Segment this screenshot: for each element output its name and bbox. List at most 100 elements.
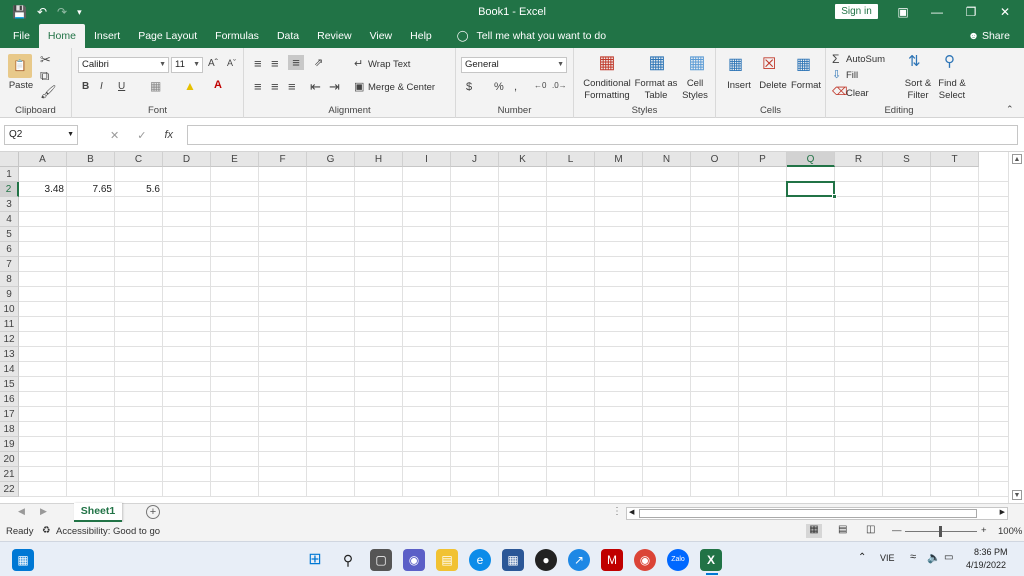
row-header-19[interactable]: 19 (0, 437, 19, 452)
collapse-ribbon-icon[interactable]: ⌃ (1006, 104, 1014, 115)
fill-button[interactable]: Fill (846, 70, 858, 82)
align-right-icon[interactable]: ≡ (288, 79, 296, 94)
fill-color-icon[interactable]: ▲ (184, 79, 196, 93)
row-header-4[interactable]: 4 (0, 212, 19, 227)
cell-a2[interactable]: 3.48 (19, 182, 67, 197)
scroll-right-icon[interactable]: ▶ (1000, 508, 1005, 516)
row-header-12[interactable]: 12 (0, 332, 19, 347)
minimize-icon[interactable]: — (920, 0, 954, 24)
column-header-b[interactable]: B (67, 152, 115, 167)
find-select-icon[interactable]: ⚲ (944, 52, 955, 70)
copy-icon[interactable]: ⧉ (40, 68, 49, 84)
row-header-15[interactable]: 15 (0, 377, 19, 392)
column-header-a[interactable]: A (19, 152, 67, 167)
tell-me-box[interactable]: ◯ Tell me what you want to do (441, 24, 606, 48)
show-hidden-icons-icon[interactable]: ⌃ (858, 552, 866, 563)
enter-icon[interactable]: ✓ (137, 129, 146, 142)
input-language[interactable]: VIE (880, 553, 895, 563)
row-header-22[interactable]: 22 (0, 482, 19, 497)
format-button[interactable]: Format (788, 80, 824, 92)
zalo-icon[interactable]: Zalo (667, 549, 689, 571)
mcafee-icon[interactable]: M (601, 549, 623, 571)
insert-function-icon[interactable]: fx (164, 129, 173, 141)
autosum-icon[interactable]: Σ (832, 52, 839, 66)
excel-taskbar-icon[interactable]: X (700, 549, 722, 571)
sheet-tab-sheet1[interactable]: Sheet1 (74, 503, 122, 522)
row-header-17[interactable]: 17 (0, 407, 19, 422)
column-header-o[interactable]: O (691, 152, 739, 167)
clear-button[interactable]: Clear (846, 88, 869, 100)
search-icon[interactable]: ⚲ (337, 549, 359, 571)
battery-icon[interactable]: ▭ (944, 552, 953, 563)
tab-file[interactable]: File (4, 24, 39, 48)
comma-icon[interactable]: , (514, 81, 517, 93)
cancel-icon[interactable]: ✕ (110, 129, 119, 142)
conditional-formatting-button[interactable]: Conditional Formatting (576, 78, 638, 102)
accessibility-status[interactable]: Accessibility: Good to go (56, 526, 160, 537)
decrease-font-icon[interactable]: Aˇ (227, 58, 236, 68)
tab-review[interactable]: Review (308, 24, 360, 48)
close-icon[interactable]: ✕ (988, 0, 1022, 24)
column-header-f[interactable]: F (259, 152, 307, 167)
name-box[interactable]: Q2 ▼ (4, 125, 78, 145)
wrap-text-button[interactable]: Wrap Text (368, 59, 410, 71)
wrap-text-icon[interactable]: ↵ (354, 57, 363, 70)
decrease-decimal-icon[interactable]: .0→ (552, 81, 567, 90)
volume-icon[interactable]: 🔈 (927, 551, 941, 564)
page-break-view-icon[interactable]: ◫ (866, 524, 875, 535)
number-format-select[interactable]: General ▼ (461, 57, 567, 73)
column-header-q[interactable]: Q (787, 152, 835, 167)
format-as-table-icon[interactable]: ▦ (644, 52, 670, 78)
formula-input[interactable] (187, 125, 1018, 145)
row-header-5[interactable]: 5 (0, 227, 19, 242)
align-center-icon[interactable]: ≡ (271, 79, 279, 94)
increase-font-icon[interactable]: Aˆ (208, 58, 218, 69)
ribbon-display-icon[interactable]: ▣ (886, 0, 920, 24)
column-header-p[interactable]: P (739, 152, 787, 167)
column-header-t[interactable]: T (931, 152, 979, 167)
italic-icon[interactable]: I (100, 81, 103, 92)
row-header-21[interactable]: 21 (0, 467, 19, 482)
task-view-icon[interactable]: ▦ (12, 549, 34, 571)
font-color-icon[interactable]: A (214, 79, 222, 91)
row-header-3[interactable]: 3 (0, 197, 19, 212)
row-header-16[interactable]: 16 (0, 392, 19, 407)
delete-cells-icon[interactable]: ☒ (762, 54, 776, 74)
cell-b2[interactable]: 7.65 (67, 182, 115, 197)
align-middle-icon[interactable]: ≡ (271, 56, 279, 71)
fill-icon[interactable]: ⇩ (832, 68, 841, 81)
align-bottom-icon[interactable]: ≡ (288, 55, 304, 70)
column-header-j[interactable]: J (451, 152, 499, 167)
clock-date[interactable]: 4/19/2022 (966, 560, 1006, 570)
row-header-11[interactable]: 11 (0, 317, 19, 332)
restore-icon[interactable]: ❐ (954, 0, 988, 24)
align-left-icon[interactable]: ≡ (254, 79, 262, 94)
column-header-h[interactable]: H (355, 152, 403, 167)
tab-formulas[interactable]: Formulas (206, 24, 268, 48)
scroll-left-icon[interactable]: ◀ (629, 508, 634, 516)
format-painter-icon[interactable]: 🖌 (40, 84, 57, 100)
column-header-m[interactable]: M (595, 152, 643, 167)
edge-browser-icon[interactable]: e (469, 549, 491, 571)
tab-view[interactable]: View (361, 24, 402, 48)
worksheet-grid[interactable]: A B C D E F G H I J K L M N O P Q R S T 1 2 3 4 5 6 7 8 9 10 11 12 13 14 1… (0, 152, 1008, 497)
normal-view-icon[interactable]: ▦ (806, 524, 822, 538)
tab-data[interactable]: Data (268, 24, 308, 48)
column-header-g[interactable]: G (307, 152, 355, 167)
add-sheet-icon[interactable]: + (146, 505, 160, 519)
conditional-formatting-icon[interactable]: ▦ (594, 52, 620, 78)
column-header-n[interactable]: N (643, 152, 691, 167)
tab-insert[interactable]: Insert (85, 24, 129, 48)
increase-decimal-icon[interactable]: ←0 (534, 81, 546, 90)
zoom-in-icon[interactable]: + (981, 525, 987, 536)
clock-time[interactable]: 8:36 PM (974, 547, 1008, 557)
zoom-level[interactable]: 100% (998, 526, 1022, 537)
sign-in-button[interactable]: Sign in (835, 4, 878, 19)
sort-filter-icon[interactable]: ⇅ (908, 52, 921, 70)
row-header-14[interactable]: 14 (0, 362, 19, 377)
row-header-2[interactable]: 2 (0, 182, 19, 197)
horizontal-scrollbar[interactable]: ◀ ▶ (626, 507, 1008, 520)
column-header-c[interactable]: C (115, 152, 163, 167)
vertical-scrollbar[interactable]: ▲ ▼ (1008, 152, 1024, 503)
column-header-k[interactable]: K (499, 152, 547, 167)
